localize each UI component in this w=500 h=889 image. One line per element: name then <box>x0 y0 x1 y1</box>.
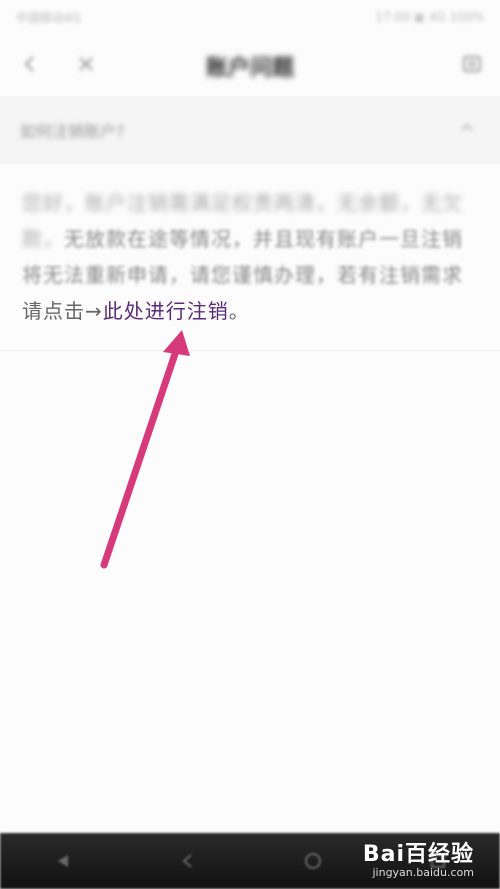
answer-line-4: 请点击→ <box>22 299 103 323</box>
nav-recent-icon[interactable] <box>175 848 201 874</box>
header: 账户问题 <box>0 36 500 94</box>
divider <box>0 350 500 351</box>
status-bar: 中国移动4G 17:00 ▣ 4G 100% <box>0 0 500 34</box>
faq-question: 如何注销账户? <box>20 122 125 141</box>
cancel-account-link[interactable]: 此处进行注销 <box>103 299 229 323</box>
page-title: 账户问题 <box>205 56 294 81</box>
chevron-down-icon <box>458 118 476 136</box>
status-indicators: 17:00 ▣ 4G 100% <box>375 10 484 24</box>
watermark-site: jingyan.baidu.com <box>372 866 474 879</box>
answer-line-3: 将无法重新申请，请您谨慎办理，若有注销需求 <box>22 263 463 287</box>
answer-end: 。 <box>228 299 250 323</box>
baidu-jingyan-watermark: Bai百经验 jingyan.baidu.com <box>363 836 474 879</box>
faq-answer: 您好，账户注销需满足权责两清，无余额，无欠款，无放款在途等情况，并且现有账户一旦… <box>22 185 482 329</box>
nav-back-icon[interactable] <box>50 848 76 874</box>
carrier-label: 中国移动4G <box>16 10 81 25</box>
answer-line-2: 无放款在途等情况，并且现有账户一旦注销 <box>64 227 463 251</box>
menu-icon[interactable] <box>458 50 486 78</box>
nav-home-icon[interactable] <box>300 848 326 874</box>
watermark-brand: Bai百经验 <box>362 842 474 867</box>
faq-item[interactable]: 如何注销账户? <box>0 96 500 164</box>
